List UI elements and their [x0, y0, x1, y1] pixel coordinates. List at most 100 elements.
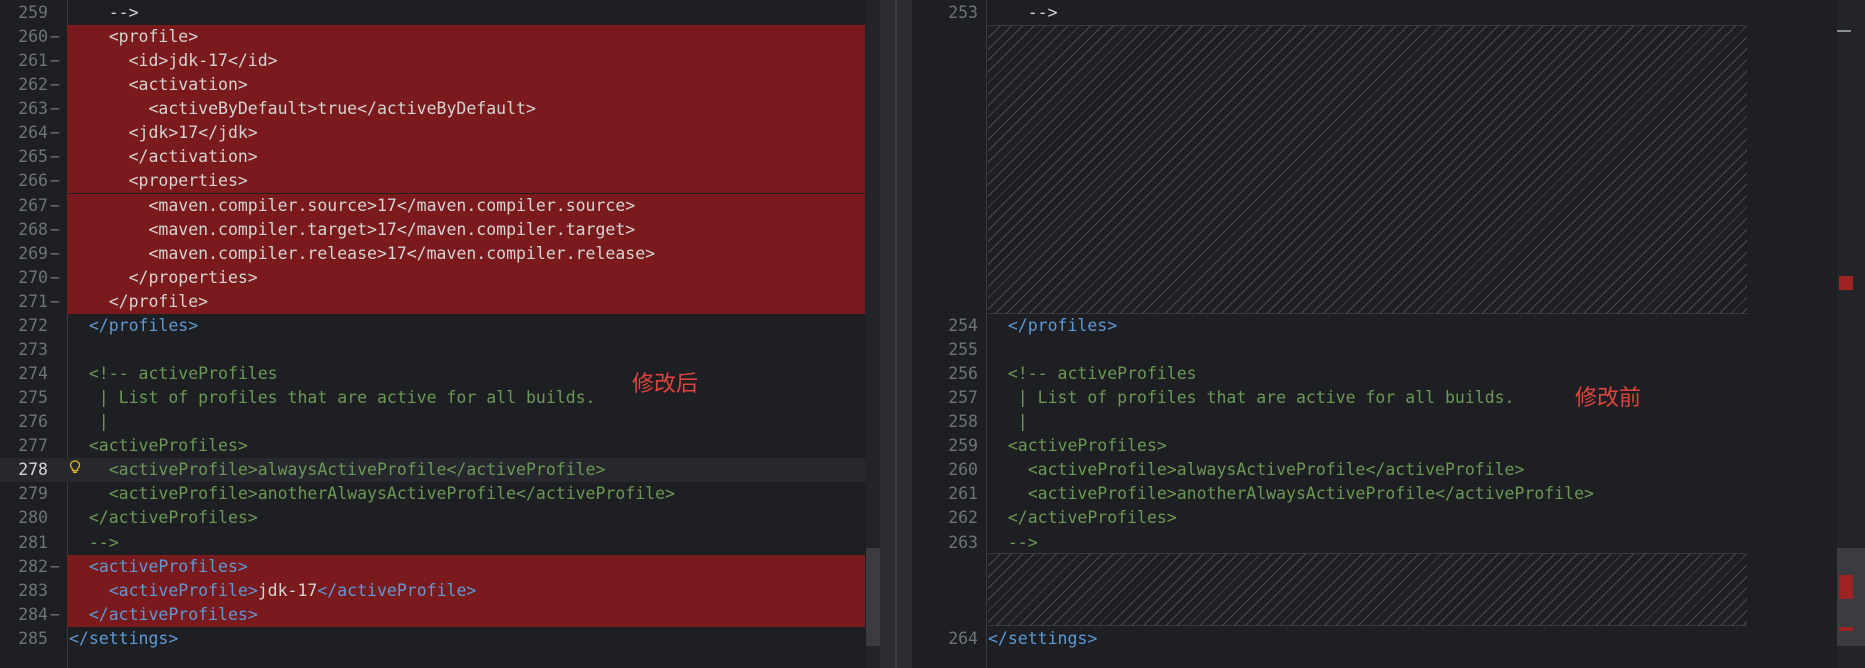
- code-line[interactable]: 269− <maven.compiler.release>17</maven.c…: [0, 241, 880, 266]
- code-text[interactable]: -->: [988, 1, 1058, 25]
- code-text[interactable]: -->: [988, 531, 1038, 555]
- diff-marker[interactable]: [1839, 627, 1853, 631]
- code-text[interactable]: </profiles>: [988, 314, 1117, 338]
- code-line[interactable]: 264 </settings>: [912, 627, 1865, 651]
- code-text[interactable]: | List of profiles that are active for a…: [69, 386, 596, 410]
- fold-marker-icon[interactable]: −: [50, 555, 60, 579]
- code-line[interactable]: 262 </activeProfiles>: [912, 506, 1865, 530]
- code-line[interactable]: 261 <activeProfile>anotherAlwaysActivePr…: [912, 482, 1865, 506]
- code-line[interactable]: 263 -->: [912, 531, 1865, 555]
- code-line[interactable]: 278 <activeProfile>alwaysActiveProfile</…: [0, 458, 880, 483]
- code-text[interactable]: <activeProfile>jdk-17</activeProfile>: [69, 579, 477, 603]
- code-text[interactable]: </settings>: [988, 627, 1097, 651]
- code-text[interactable]: <maven.compiler.source>17</maven.compile…: [69, 194, 635, 218]
- code-text[interactable]: <!-- activeProfiles: [69, 362, 278, 386]
- code-line[interactable]: 275 | List of profiles that are active f…: [0, 386, 880, 410]
- code-text[interactable]: <properties>: [69, 169, 248, 193]
- diff-splitter[interactable]: [880, 0, 912, 668]
- code-line[interactable]: 273: [0, 338, 880, 362]
- code-line[interactable]: 254 </profiles>: [912, 314, 1865, 338]
- code-line[interactable]: 256 <!-- activeProfiles: [912, 362, 1865, 386]
- code-line[interactable]: 255: [912, 338, 1865, 362]
- code-line[interactable]: 263− <activeByDefault>true</activeByDefa…: [0, 97, 880, 122]
- code-line[interactable]: 283 <activeProfile>jdk-17</activeProfile…: [0, 578, 880, 603]
- code-text[interactable]: <jdk>17</jdk>: [69, 121, 258, 145]
- fold-marker-icon[interactable]: −: [50, 266, 60, 290]
- code-line[interactable]: 253 -->: [912, 1, 1865, 25]
- fold-marker-icon[interactable]: −: [50, 603, 60, 627]
- code-text[interactable]: |: [69, 410, 109, 434]
- code-line[interactable]: 271− </profile>: [0, 289, 880, 314]
- code-line[interactable]: 270− </properties>: [0, 265, 880, 290]
- code-text[interactable]: <profile>: [69, 25, 198, 49]
- fold-marker-icon[interactable]: −: [50, 169, 60, 193]
- code-line[interactable]: 266− <properties>: [0, 169, 880, 194]
- code-text[interactable]: <activeProfiles>: [988, 434, 1167, 458]
- code-line[interactable]: 284− </activeProfiles>: [0, 602, 880, 627]
- fold-marker-icon[interactable]: −: [50, 290, 60, 314]
- code-text[interactable]: -->: [69, 1, 139, 25]
- left-scroll-thumb[interactable]: [866, 548, 880, 646]
- code-line[interactable]: 260 <activeProfile>alwaysActiveProfile</…: [912, 458, 1865, 482]
- code-text[interactable]: <activeByDefault>true</activeByDefault>: [69, 97, 535, 121]
- right-scrollbar[interactable]: [1837, 0, 1865, 668]
- code-text[interactable]: <maven.compiler.target>17</maven.compile…: [69, 218, 635, 242]
- code-text[interactable]: </activation>: [69, 145, 258, 169]
- code-line[interactable]: 282− <activeProfiles>: [0, 554, 880, 579]
- fold-marker-icon[interactable]: −: [50, 194, 60, 218]
- code-line[interactable]: 261− <id>jdk-17</id>: [0, 49, 880, 74]
- right-editor-pane[interactable]: 253 --> 254 </profiles> 255 256 <!-- active…: [912, 0, 1865, 668]
- code-line[interactable]: 265− </activation>: [0, 145, 880, 170]
- fold-marker-icon[interactable]: −: [50, 49, 60, 73]
- code-text[interactable]: </profile>: [69, 290, 208, 314]
- fold-marker-icon[interactable]: −: [50, 121, 60, 145]
- left-scrollbar[interactable]: [866, 0, 880, 668]
- code-text[interactable]: <activeProfiles>: [69, 434, 248, 458]
- code-line[interactable]: 264− <jdk>17</jdk>: [0, 121, 880, 146]
- code-line[interactable]: 285 </settings>: [0, 627, 880, 651]
- fold-marker-icon[interactable]: −: [50, 97, 60, 121]
- code-text[interactable]: </settings>: [69, 627, 178, 651]
- code-text[interactable]: |: [988, 410, 1028, 434]
- code-text[interactable]: <activeProfile>anotherAlwaysActiveProfil…: [69, 482, 675, 506]
- code-line[interactable]: 259 <activeProfiles>: [912, 434, 1865, 458]
- code-text[interactable]: <!-- activeProfiles: [988, 362, 1197, 386]
- code-line[interactable]: 259 -->: [0, 1, 880, 25]
- code-text[interactable]: -->: [69, 531, 119, 555]
- code-line[interactable]: 258 |: [912, 410, 1865, 434]
- code-text[interactable]: </activeProfiles>: [988, 506, 1177, 530]
- fold-marker-icon[interactable]: −: [50, 242, 60, 266]
- code-text[interactable]: </activeProfiles>: [69, 603, 258, 627]
- code-text[interactable]: </profiles>: [69, 314, 198, 338]
- code-line[interactable]: 260− <profile>: [0, 25, 880, 50]
- code-text[interactable]: <activation>: [69, 73, 248, 97]
- code-line[interactable]: 280 </activeProfiles>: [0, 506, 880, 530]
- code-text[interactable]: <activeProfiles>: [69, 555, 248, 579]
- code-text[interactable]: <activeProfile>anotherAlwaysActiveProfil…: [988, 482, 1594, 506]
- code-line[interactable]: 257 | List of profiles that are active f…: [912, 386, 1865, 410]
- code-text[interactable]: <id>jdk-17</id>: [69, 49, 278, 73]
- diff-marker[interactable]: [1839, 575, 1853, 599]
- fold-marker-icon[interactable]: −: [50, 73, 60, 97]
- fold-marker-icon[interactable]: −: [50, 145, 60, 169]
- diff-marker[interactable]: [1839, 276, 1853, 290]
- left-editor-pane[interactable]: 259 --> 260− <profile> 261− <id>jdk-17</id…: [0, 0, 880, 668]
- code-text[interactable]: <activeProfile>alwaysActiveProfile</acti…: [69, 458, 606, 482]
- code-text[interactable]: | List of profiles that are active for a…: [988, 386, 1515, 410]
- code-line[interactable]: 267− <maven.compiler.source>17</maven.co…: [0, 193, 880, 218]
- code-text[interactable]: <maven.compiler.release>17</maven.compil…: [69, 242, 655, 266]
- code-text[interactable]: <activeProfile>alwaysActiveProfile</acti…: [988, 458, 1525, 482]
- code-line[interactable]: 281 -->: [0, 531, 880, 555]
- code-line[interactable]: 262− <activation>: [0, 73, 880, 98]
- code-line[interactable]: 279 <activeProfile>anotherAlwaysActivePr…: [0, 482, 880, 506]
- lightbulb-icon[interactable]: [69, 460, 81, 474]
- fold-marker-icon[interactable]: −: [50, 25, 60, 49]
- code-line[interactable]: 277 <activeProfiles>: [0, 434, 880, 458]
- code-line[interactable]: 272 </profiles>: [0, 314, 880, 338]
- code-text[interactable]: </activeProfiles>: [69, 506, 258, 530]
- code-text[interactable]: </properties>: [69, 266, 258, 290]
- fold-marker-icon[interactable]: −: [50, 218, 60, 242]
- code-line[interactable]: 276 |: [0, 410, 880, 434]
- code-line[interactable]: 268− <maven.compiler.target>17</maven.co…: [0, 217, 880, 242]
- code-line[interactable]: 274 <!-- activeProfiles: [0, 362, 880, 386]
